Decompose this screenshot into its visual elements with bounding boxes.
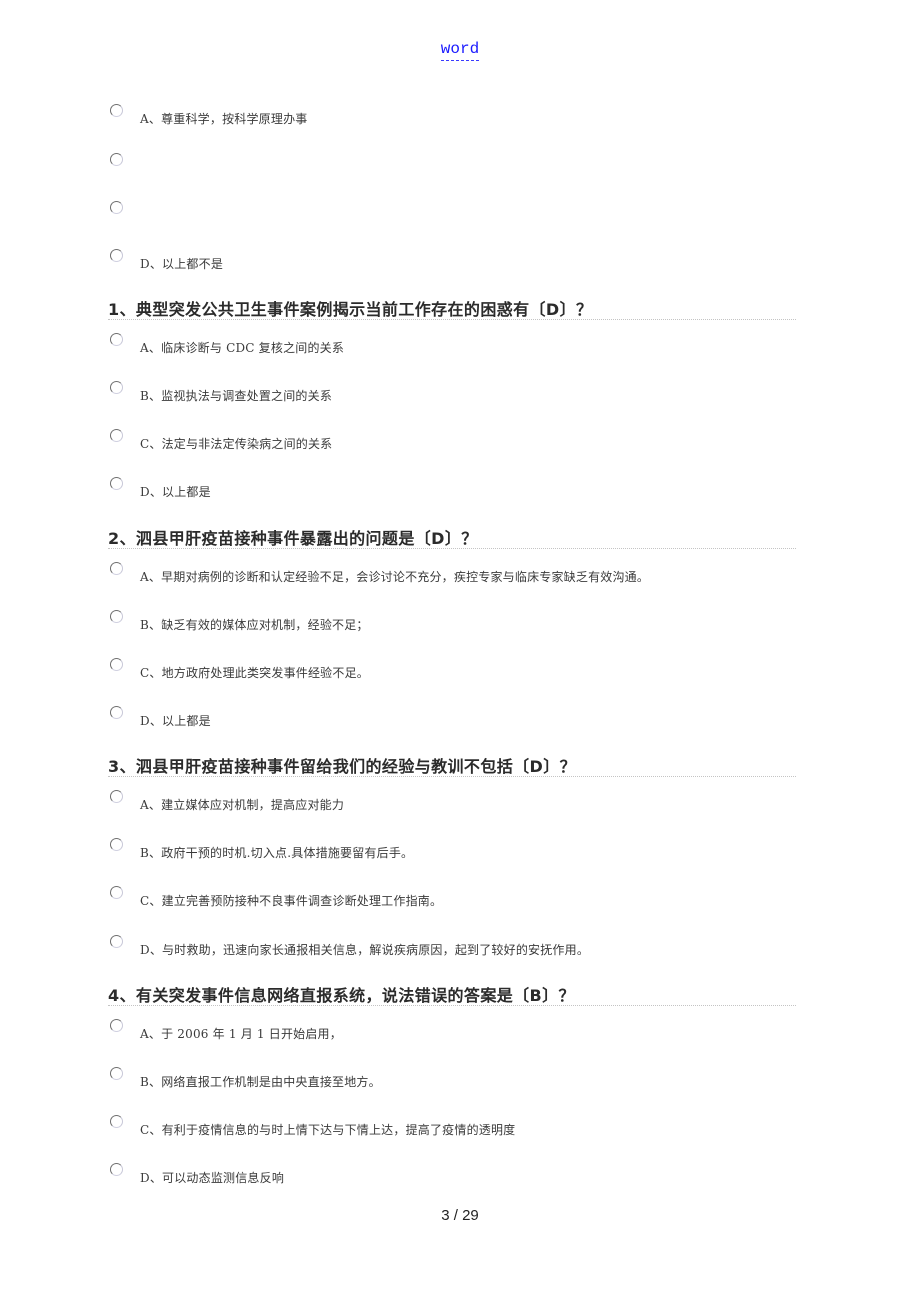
radio-button-icon[interactable] bbox=[110, 838, 123, 851]
option-item: C、建立完善预防接种不良事件调查诊断处理工作指南。 bbox=[108, 886, 796, 916]
question-title: 4、有关突发事件信息网络直报系统，说法错误的答案是〔B〕？ bbox=[108, 986, 575, 1005]
question-4: 4、有关突发事件信息网络直报系统，说法错误的答案是〔B〕？ bbox=[108, 982, 796, 1006]
radio-button-icon[interactable] bbox=[110, 1019, 123, 1032]
option-item bbox=[108, 201, 796, 231]
option-item: B、政府干预的时机.切入点.具体措施要留有后手。 bbox=[108, 838, 796, 868]
option-item: D、以上都是 bbox=[108, 477, 796, 507]
option-label: A、于 2006 年 1 月 1 日开始启用， bbox=[140, 1027, 342, 1041]
option-item: A、早期对病例的诊断和认定经验不足，会诊讨论不充分，疾控专家与临床专家缺乏有效沟… bbox=[108, 562, 796, 592]
option-item: C、有利于疫情信息的与时上情下达与下情上达，提高了疫情的透明度 bbox=[108, 1115, 796, 1145]
radio-button-icon[interactable] bbox=[110, 429, 123, 442]
radio-button-icon[interactable] bbox=[110, 381, 123, 394]
radio-button-icon[interactable] bbox=[110, 201, 123, 214]
question-title: 1、典型突发公共卫生事件案例揭示当前工作存在的困惑有〔D〕？ bbox=[108, 300, 593, 319]
option-item bbox=[108, 153, 796, 183]
option-label: B、政府干预的时机.切入点.具体措施要留有后手。 bbox=[140, 846, 414, 860]
question-divider bbox=[108, 319, 796, 320]
option-label: D、可以动态监测信息反响 bbox=[140, 1171, 285, 1185]
page-indicator: 3 / 29 bbox=[441, 1207, 479, 1224]
option-label: A、早期对病例的诊断和认定经验不足，会诊讨论不充分，疾控专家与临床专家缺乏有效沟… bbox=[140, 570, 650, 584]
radio-button-icon[interactable] bbox=[110, 333, 123, 346]
radio-button-icon[interactable] bbox=[110, 886, 123, 899]
option-item: B、监视执法与调查处置之间的关系 bbox=[108, 381, 796, 411]
radio-button-icon[interactable] bbox=[110, 790, 123, 803]
option-item: D、以上都是 bbox=[108, 706, 796, 736]
radio-button-icon[interactable] bbox=[110, 104, 123, 117]
question-divider bbox=[108, 548, 796, 549]
question-title: 3、泗县甲肝疫苗接种事件留给我们的经验与教训不包括〔D〕？ bbox=[108, 757, 577, 776]
option-item: C、地方政府处理此类突发事件经验不足。 bbox=[108, 658, 796, 688]
option-item: D、以上都不是 bbox=[108, 249, 796, 279]
radio-button-icon[interactable] bbox=[110, 1115, 123, 1128]
option-label: C、建立完善预防接种不良事件调查诊断处理工作指南。 bbox=[140, 894, 443, 908]
option-label: A、建立媒体应对机制，提高应对能力 bbox=[140, 798, 345, 812]
option-label: C、法定与非法定传染病之间的关系 bbox=[140, 437, 333, 451]
radio-button-icon[interactable] bbox=[110, 935, 123, 948]
option-label: A、尊重科学，按科学原理办事 bbox=[140, 112, 308, 126]
option-item: B、缺乏有效的媒体应对机制，经验不足； bbox=[108, 610, 796, 640]
option-item: A、临床诊断与 CDC 复核之间的关系 bbox=[108, 333, 796, 363]
option-item: B、网络直报工作机制是由中央直接至地方。 bbox=[108, 1067, 796, 1097]
radio-button-icon[interactable] bbox=[110, 249, 123, 262]
question-divider bbox=[108, 776, 796, 777]
option-item: A、建立媒体应对机制，提高应对能力 bbox=[108, 790, 796, 820]
radio-button-icon[interactable] bbox=[110, 658, 123, 671]
radio-button-icon[interactable] bbox=[110, 562, 123, 575]
question-3: 3、泗县甲肝疫苗接种事件留给我们的经验与教训不包括〔D〕？ bbox=[108, 753, 796, 777]
question-divider bbox=[108, 1005, 796, 1006]
header-word-link[interactable]: word bbox=[0, 40, 920, 61]
radio-button-icon[interactable] bbox=[110, 706, 123, 719]
option-label: D、以上都不是 bbox=[140, 257, 224, 271]
option-label: D、以上都是 bbox=[140, 714, 211, 728]
radio-button-icon[interactable] bbox=[110, 1067, 123, 1080]
option-item: D、与时救助，迅速向家长通报相关信息，解说疾病原因，起到了较好的安抚作用。 bbox=[108, 935, 796, 965]
option-label: B、监视执法与调查处置之间的关系 bbox=[140, 389, 333, 403]
question-1: 1、典型突发公共卫生事件案例揭示当前工作存在的困惑有〔D〕？ bbox=[108, 296, 796, 320]
radio-button-icon[interactable] bbox=[110, 153, 123, 166]
question-title: 2、泗县甲肝疫苗接种事件暴露出的问题是〔D〕？ bbox=[108, 529, 478, 548]
option-label: B、网络直报工作机制是由中央直接至地方。 bbox=[140, 1075, 381, 1089]
radio-button-icon[interactable] bbox=[110, 1163, 123, 1176]
option-item: A、于 2006 年 1 月 1 日开始启用， bbox=[108, 1019, 796, 1049]
header-link-text[interactable]: word bbox=[440, 40, 480, 61]
option-item: A、尊重科学，按科学原理办事 bbox=[108, 104, 796, 134]
radio-button-icon[interactable] bbox=[110, 477, 123, 490]
question-2: 2、泗县甲肝疫苗接种事件暴露出的问题是〔D〕？ bbox=[108, 525, 796, 549]
option-label: B、缺乏有效的媒体应对机制，经验不足； bbox=[140, 618, 369, 632]
option-label: C、地方政府处理此类突发事件经验不足。 bbox=[140, 666, 369, 680]
radio-button-icon[interactable] bbox=[110, 610, 123, 623]
option-label: D、以上都是 bbox=[140, 485, 211, 499]
option-label: A、临床诊断与 CDC 复核之间的关系 bbox=[140, 341, 345, 355]
option-label: D、与时救助，迅速向家长通报相关信息，解说疾病原因，起到了较好的安抚作用。 bbox=[140, 943, 590, 957]
option-label: C、有利于疫情信息的与时上情下达与下情上达，提高了疫情的透明度 bbox=[140, 1123, 516, 1137]
option-item: D、可以动态监测信息反响 bbox=[108, 1163, 796, 1193]
option-item: C、法定与非法定传染病之间的关系 bbox=[108, 429, 796, 459]
